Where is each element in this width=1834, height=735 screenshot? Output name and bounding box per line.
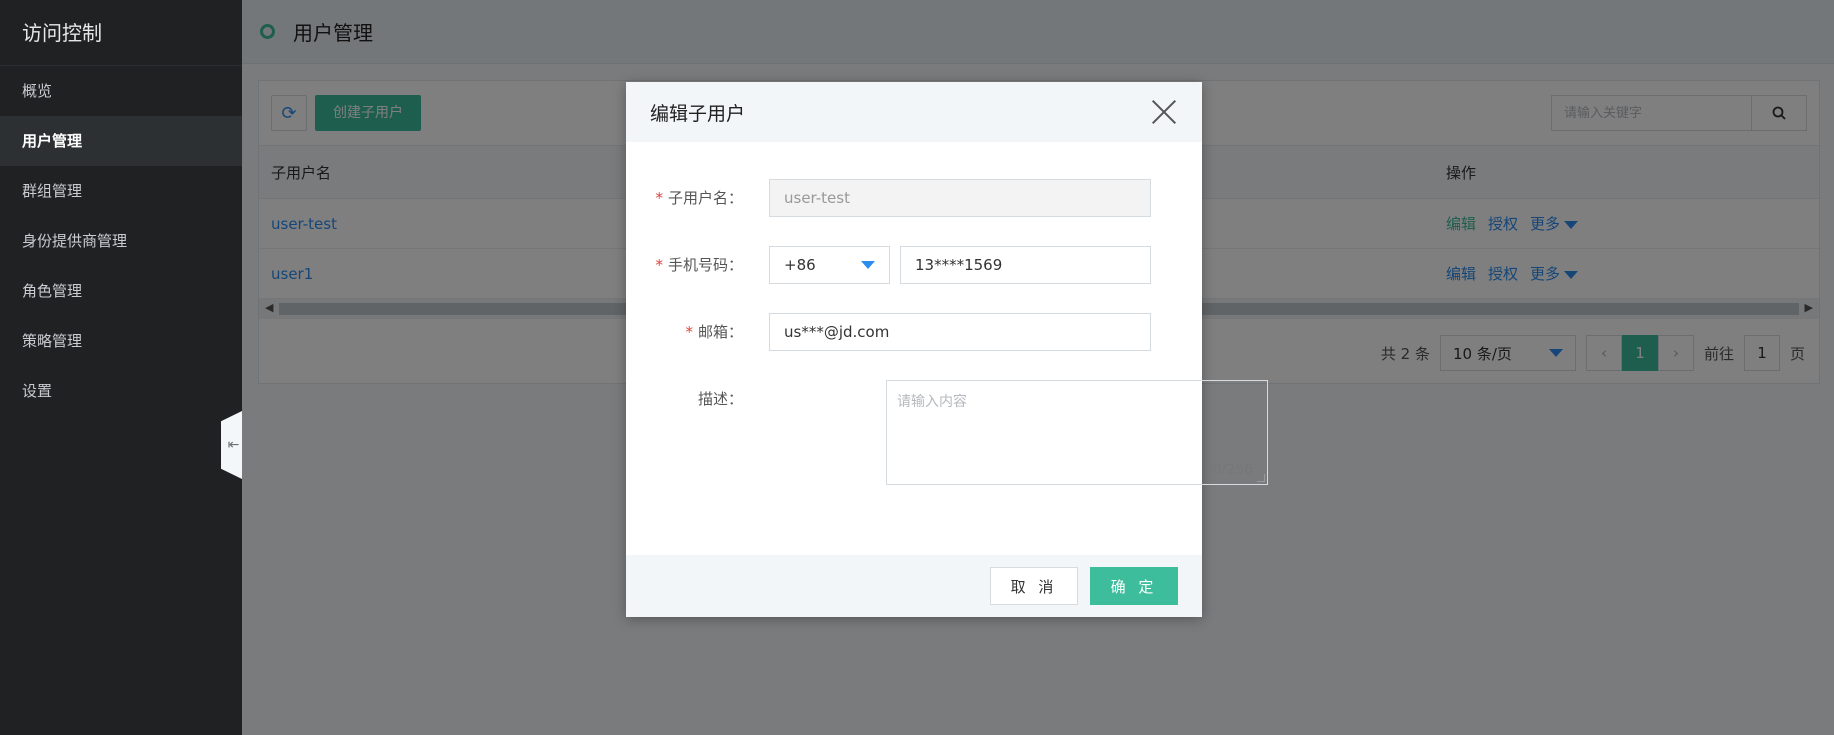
form-row-phone: * 手机号码： +86 13****1569 <box>626 246 1202 284</box>
sidebar-collapse-handle[interactable]: ⇤ <box>221 411 242 479</box>
username-label: * 子用户名： <box>655 189 743 207</box>
sidebar: 访问控制 概览 用户管理 群组管理 身份提供商管理 角色管理 策略管理 设置 <box>0 0 242 735</box>
required-mark: * <box>685 323 693 341</box>
sidebar-item-users[interactable]: 用户管理 <box>0 116 242 166</box>
required-mark: * <box>655 256 663 274</box>
sidebar-item-identity-providers[interactable]: 身份提供商管理 <box>0 216 242 266</box>
sidebar-item-overview[interactable]: 概览 <box>0 66 242 116</box>
sidebar-item-roles[interactable]: 角色管理 <box>0 266 242 316</box>
dialog-footer: 取 消 确 定 <box>626 555 1202 617</box>
description-textarea[interactable]: 请输入内容 0/256 <box>886 380 1268 485</box>
cancel-button[interactable]: 取 消 <box>990 567 1078 605</box>
dialog-header: 编辑子用户 <box>626 82 1202 142</box>
edit-subuser-dialog: 编辑子用户 * 子用户名： user-test * 手机号码： +86 13****… <box>626 82 1268 617</box>
email-field[interactable]: us***@jd.com <box>769 313 1151 351</box>
close-icon[interactable] <box>1150 98 1178 126</box>
char-counter: 0/256 <box>1212 462 1253 478</box>
country-code-select[interactable]: +86 <box>769 246 890 284</box>
sidebar-item-groups[interactable]: 群组管理 <box>0 166 242 216</box>
sidebar-item-settings[interactable]: 设置 <box>0 366 242 416</box>
country-code-value: +86 <box>784 256 816 274</box>
confirm-button[interactable]: 确 定 <box>1090 567 1178 605</box>
required-mark: * <box>655 189 663 207</box>
collapse-icon: ⇤ <box>227 437 240 453</box>
edit-form: * 子用户名： user-test * 手机号码： +86 13****1569 *… <box>626 142 1268 555</box>
phone-field[interactable]: 13****1569 <box>900 246 1151 284</box>
form-row-description: 描述： 请输入内容 0/256 <box>626 380 1268 485</box>
dialog-title: 编辑子用户 <box>650 102 746 125</box>
form-row-username: * 子用户名： user-test <box>626 179 1202 217</box>
phone-label: * 手机号码： <box>655 256 743 274</box>
chevron-down-icon <box>861 261 875 269</box>
resize-handle-icon[interactable] <box>1257 474 1265 482</box>
description-placeholder: 请输入内容 <box>897 394 967 410</box>
username-field: user-test <box>769 179 1151 217</box>
form-row-email: * 邮箱： us***@jd.com <box>626 313 1202 351</box>
description-label: 描述： <box>697 390 743 408</box>
sidebar-item-policies[interactable]: 策略管理 <box>0 316 242 366</box>
sidebar-title: 访问控制 <box>0 0 242 66</box>
email-label: * 邮箱： <box>685 323 743 341</box>
